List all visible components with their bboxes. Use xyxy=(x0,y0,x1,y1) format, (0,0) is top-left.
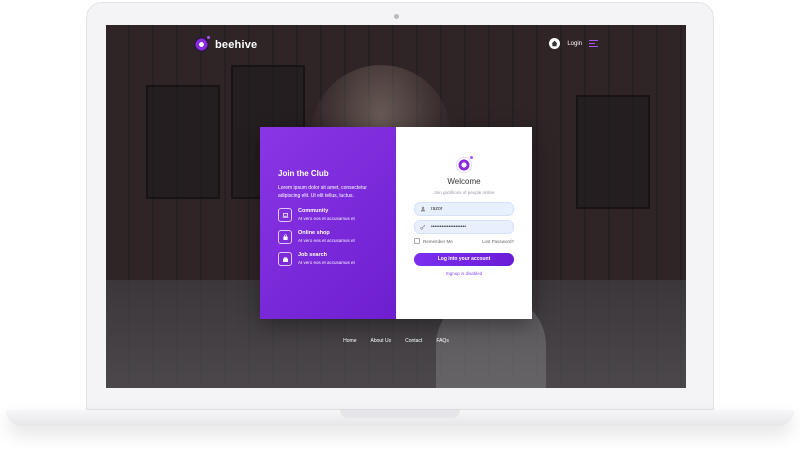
login-card: Join the Club Lorem ipsum dolor sit amet… xyxy=(260,127,532,319)
feature-online-shop: Online shop At vero eos et accusamus et xyxy=(278,229,382,245)
password-field[interactable] xyxy=(414,220,514,234)
home-icon[interactable] xyxy=(549,38,561,49)
join-panel: Join the Club Lorem ipsum dolor sit amet… xyxy=(260,127,396,319)
header-actions: Login xyxy=(549,38,598,49)
laptop-base-notch xyxy=(340,410,460,418)
feature-job-search: Job search At vero eos et accusamus et xyxy=(278,251,382,267)
brand-name: beehive xyxy=(215,38,258,51)
beehive-logo-icon xyxy=(194,36,210,52)
signup-disabled-note: Signup is disabled xyxy=(445,270,483,276)
feature-title: Job search xyxy=(298,252,328,258)
laptop-icon xyxy=(278,208,292,222)
background-window xyxy=(576,95,650,209)
login-link[interactable]: Login xyxy=(567,41,582,47)
feature-title: Community xyxy=(298,208,329,214)
feature-community: Community At vero eos et accusamus et xyxy=(278,207,382,223)
username-input[interactable] xyxy=(431,206,509,212)
join-description: Lorem ipsum dolor sit amet, consectetur … xyxy=(278,185,367,199)
password-input[interactable] xyxy=(431,224,509,230)
login-submit-button[interactable]: Log into your account xyxy=(414,252,514,266)
remember-me[interactable]: Remember Me xyxy=(414,238,453,244)
shopping-bag-icon xyxy=(278,230,292,244)
briefcase-icon xyxy=(278,252,292,266)
brand[interactable]: beehive xyxy=(194,36,258,52)
beehive-logo-icon xyxy=(456,156,473,173)
username-field[interactable] xyxy=(414,202,514,216)
join-title: Join the Club xyxy=(278,169,329,178)
screen: beehive Login Join the Club Lorem ipsum … xyxy=(106,25,686,388)
footer-link-home[interactable]: Home xyxy=(343,338,356,344)
feature-title: Online shop xyxy=(298,230,330,236)
key-icon xyxy=(420,224,426,230)
feature-subtitle: At vero eos et accusamus et xyxy=(298,216,355,221)
footer-nav: Home About Us Contact FAQs xyxy=(106,338,686,344)
feature-subtitle: At vero eos et accusamus et xyxy=(298,260,355,265)
remember-checkbox[interactable] xyxy=(414,238,420,244)
welcome-title: Welcome xyxy=(447,177,481,186)
background-window xyxy=(146,85,220,199)
footer-link-contact[interactable]: Contact xyxy=(405,338,422,344)
user-icon xyxy=(420,206,426,212)
camera-dot xyxy=(394,14,399,19)
hamburger-menu-icon[interactable] xyxy=(589,40,598,47)
lost-password-link[interactable]: Lost Password? xyxy=(482,239,514,244)
footer-link-faqs[interactable]: FAQs xyxy=(436,338,449,344)
welcome-subtitle: Join gazillions of people online xyxy=(433,190,495,195)
login-options: Remember Me Lost Password? xyxy=(414,238,514,244)
feature-subtitle: At vero eos et accusamus et xyxy=(298,238,355,243)
remember-label: Remember Me xyxy=(423,238,453,244)
footer-link-about-us[interactable]: About Us xyxy=(371,338,392,344)
login-panel: Welcome Join gazillions of people online… xyxy=(396,127,532,319)
